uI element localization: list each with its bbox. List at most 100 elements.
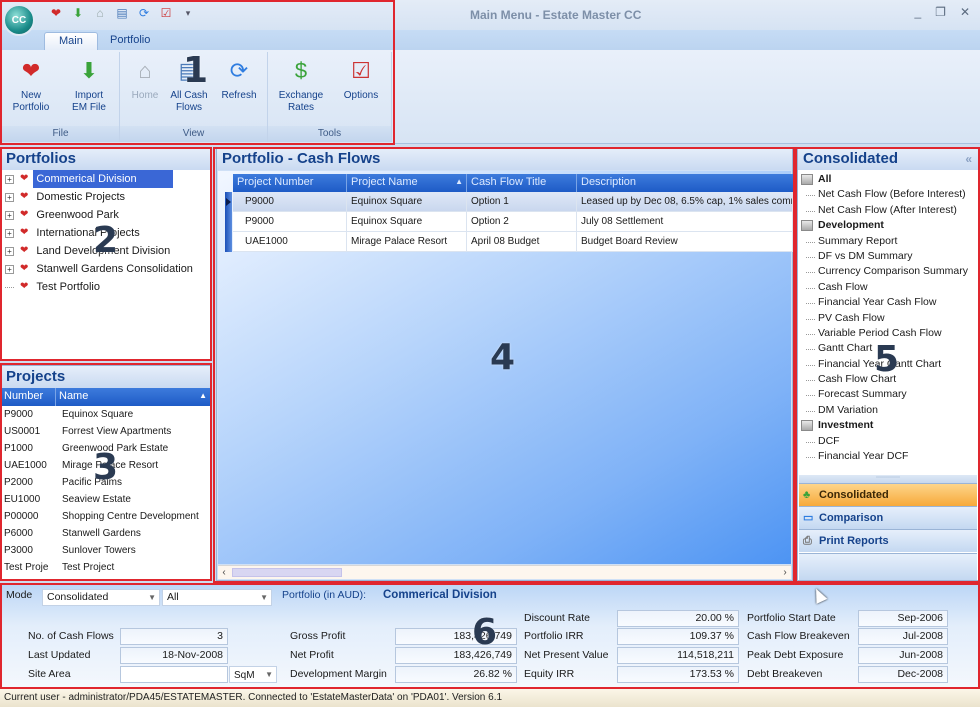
report-item[interactable]: DCF — [798, 434, 978, 449]
report-item[interactable]: Forecast Summary — [798, 387, 978, 402]
mode-dropdown[interactable]: Consolidated ▼ — [42, 589, 160, 606]
expand-icon[interactable]: + — [5, 210, 14, 220]
report-item[interactable]: Net Cash Flow (Before Interest) — [798, 187, 978, 202]
import-em-file-button[interactable]: ⬇ Import EM File — [64, 56, 114, 114]
project-row[interactable]: P2000 Pacific Palms — [1, 474, 211, 491]
report-item[interactable]: Summary Report — [798, 234, 978, 249]
report-item[interactable]: Variable Period Cash Flow — [798, 326, 978, 341]
report-item[interactable]: Cash Flow — [798, 280, 978, 295]
application-button[interactable]: CC — [3, 4, 35, 36]
report-label: Net Cash Flow (Before Interest) — [818, 188, 966, 201]
all-cash-flows-button[interactable]: ▤ All Cash Flows — [164, 56, 214, 114]
row-selector[interactable] — [225, 212, 232, 232]
new-portfolio-button[interactable]: ❤ New Portfolio — [6, 56, 56, 114]
column-header-name[interactable]: Name ▲ — [56, 388, 211, 406]
column-header-project-number[interactable]: Project Number — [233, 174, 347, 192]
portfolio-tree-item[interactable]: + ❤ Land Development Division — [1, 242, 211, 260]
report-label: Financial Year Cash Flow — [818, 296, 937, 309]
value-net-profit: 183,426,749 — [395, 647, 517, 664]
nav-comparison-button[interactable]: ▭ Comparison — [799, 506, 977, 529]
nav-consolidated-button[interactable]: ♣ Consolidated — [799, 483, 977, 506]
row-selector[interactable] — [225, 232, 232, 252]
site-area-unit-dropdown[interactable]: SqM ▼ — [229, 666, 277, 683]
report-item[interactable]: PV Cash Flow — [798, 311, 978, 326]
close-icon[interactable]: ✕ — [960, 5, 970, 19]
options-button[interactable]: ☑ Options — [336, 56, 386, 102]
column-header-cash-flow-title[interactable]: Cash Flow Title — [467, 174, 577, 192]
portfolio-label: Domestic Projects — [36, 191, 126, 203]
portfolio-tree-item[interactable]: + ❤ Domestic Projects — [1, 188, 211, 206]
cell-project-name: Mirage Palace Resort — [347, 232, 467, 251]
report-category[interactable]: All — [798, 172, 978, 187]
tab-portfolio[interactable]: Portfolio — [96, 32, 164, 50]
options-icon[interactable]: ☑ — [158, 5, 174, 21]
project-row[interactable]: US0001 Forrest View Apartments — [1, 423, 211, 440]
portfolio-tree-item[interactable]: + ❤ Commerical Division — [1, 170, 211, 188]
exchange-rates-button[interactable]: $ Exchange Rates — [276, 56, 326, 114]
projects-list: P9000 Equinox Square US0001 Forrest View Ap… — [1, 406, 211, 576]
project-row[interactable]: EU1000 Seaview Estate — [1, 491, 211, 508]
import-icon[interactable]: ⬇ — [70, 5, 86, 21]
nav-print-reports-button[interactable]: ⎙ Print Reports — [799, 529, 977, 552]
filter-dropdown[interactable]: All ▼ — [162, 589, 272, 606]
tab-main[interactable]: Main — [44, 32, 98, 50]
project-row[interactable]: P9000 Equinox Square — [1, 406, 211, 423]
expand-icon[interactable]: + — [5, 228, 14, 238]
expand-icon[interactable]: + — [5, 174, 14, 184]
scrollbar-thumb[interactable] — [232, 568, 342, 577]
site-area-input[interactable] — [120, 666, 228, 683]
report-category[interactable]: Investment — [798, 418, 978, 433]
project-row[interactable]: UAE1000 Mirage Palace Resort — [1, 457, 211, 474]
exchange-rates-icon: $ — [294, 58, 308, 83]
report-item[interactable]: Currency Comparison Summary — [798, 264, 978, 279]
reports-tree: All Net Cash Flow (Before Interest) Net Ca… — [798, 170, 978, 464]
report-item[interactable]: Cash Flow Chart — [798, 372, 978, 387]
customize-qat-icon[interactable]: ▾ — [180, 5, 196, 21]
report-item[interactable]: Financial Year Cash Flow — [798, 295, 978, 310]
refresh-button[interactable]: ⟳ Refresh — [214, 56, 264, 102]
portfolio-icon: ❤ — [20, 173, 29, 184]
report-item[interactable]: Financial Year DCF — [798, 449, 978, 464]
expand-icon[interactable]: + — [5, 192, 14, 202]
column-header-description[interactable]: Description — [577, 174, 793, 192]
expand-icon[interactable]: + — [5, 264, 14, 274]
collapse-panel-icon[interactable]: « — [965, 152, 972, 166]
portfolio-tree-item[interactable]: ❤ Test Portfolio — [1, 278, 211, 296]
report-category[interactable]: Development — [798, 218, 978, 233]
refresh-icon[interactable]: ⟳ — [136, 5, 152, 21]
minimize-icon[interactable]: _ — [914, 5, 921, 19]
project-row[interactable]: P3000 Sunlover Towers — [1, 542, 211, 559]
cash-flow-row[interactable]: P9000 Equinox Square Option 2 July 08 Settl… — [225, 212, 793, 232]
report-item[interactable]: Net Cash Flow (After Interest) — [798, 203, 978, 218]
portfolio-tree-item[interactable]: + ❤ Greenwood Park — [1, 206, 211, 224]
report-label: DCF — [818, 434, 840, 447]
home-button[interactable]: ⌂ Home — [120, 56, 170, 102]
print-icon: ⎙ — [803, 535, 812, 547]
scroll-right-icon[interactable]: › — [779, 566, 791, 579]
column-header-project-name[interactable]: Project Name ▲ — [347, 174, 467, 192]
report-item[interactable]: DF vs DM Summary — [798, 249, 978, 264]
column-header-number[interactable]: Number — [1, 388, 56, 406]
label-portfolio-start-date: Portfolio Start Date — [747, 612, 836, 624]
restore-icon[interactable]: ❐ — [935, 5, 946, 19]
horizontal-scrollbar[interactable]: ‹ › — [218, 565, 791, 579]
report-item[interactable]: Financial Year Gantt Chart — [798, 357, 978, 372]
row-selector[interactable] — [225, 192, 232, 212]
portfolio-tree-item[interactable]: + ❤ International Projects — [1, 224, 211, 242]
project-row[interactable]: P00000 Shopping Centre Development — [1, 508, 211, 525]
all-cash-flows-icon[interactable]: ▤ — [114, 5, 130, 21]
new-portfolio-icon[interactable]: ❤ — [48, 5, 64, 21]
home-icon[interactable]: ⌂ — [92, 5, 108, 21]
expand-icon[interactable]: + — [5, 246, 14, 256]
project-row[interactable]: P1000 Greenwood Park Estate — [1, 440, 211, 457]
navigation-splitter[interactable]: ⋯⋯⋯⋯ — [799, 475, 977, 483]
cash-flow-row[interactable]: P9000 Equinox Square Option 1 Leased up by … — [225, 192, 793, 212]
report-item[interactable]: Gantt Chart — [798, 341, 978, 356]
report-item[interactable]: DM Variation — [798, 403, 978, 418]
project-row[interactable]: P6000 Stanwell Gardens — [1, 525, 211, 542]
project-row[interactable]: Test Proje Test Project — [1, 559, 211, 576]
scroll-left-icon[interactable]: ‹ — [218, 566, 230, 579]
report-label: Net Cash Flow (After Interest) — [818, 203, 957, 216]
portfolio-tree-item[interactable]: + ❤ Stanwell Gardens Consolidation — [1, 260, 211, 278]
cash-flow-row[interactable]: UAE1000 Mirage Palace Resort April 08 Budg… — [225, 232, 793, 252]
